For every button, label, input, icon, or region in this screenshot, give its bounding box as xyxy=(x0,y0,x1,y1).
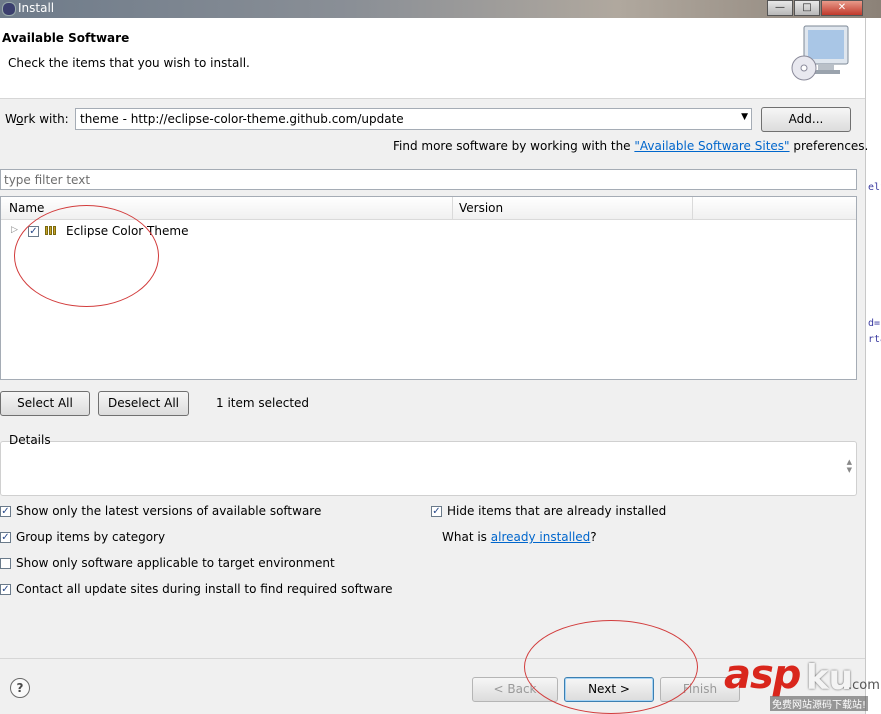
window-title: Install xyxy=(18,1,55,15)
what-is-installed-text: What is already installed? xyxy=(442,530,597,544)
scroll-arrows-icon[interactable]: ▲ ▼ xyxy=(847,458,852,474)
applicable-checkbox[interactable] xyxy=(0,558,11,569)
window-titlebar[interactable]: Install — □ ✕ xyxy=(0,0,881,18)
column-divider[interactable] xyxy=(452,197,453,219)
column-header-name[interactable]: Name xyxy=(9,201,44,215)
page-title: Available Software xyxy=(2,31,130,45)
column-divider[interactable] xyxy=(692,197,693,219)
page-subtitle: Check the items that you wish to install… xyxy=(8,56,250,70)
selection-count: 1 item selected xyxy=(216,396,310,410)
watermark-asp: asp xyxy=(724,652,801,698)
background-code-text: elf xyxy=(868,182,881,193)
tree-expander-icon[interactable]: ▷ xyxy=(11,225,18,235)
already-installed-link[interactable]: already installed xyxy=(491,530,591,544)
work-with-label: Work with: xyxy=(5,112,69,126)
help-icon[interactable]: ? xyxy=(10,678,30,698)
watermark-ku: ku xyxy=(806,658,853,698)
header-banner: Available Software Check the items that … xyxy=(0,18,865,99)
work-with-value: theme - http://eclipse-color-theme.githu… xyxy=(80,112,404,126)
watermark-caption: 免费网站源码下载站! xyxy=(770,696,869,711)
background-code-text: rta xyxy=(868,334,881,345)
available-sites-link[interactable]: "Available Software Sites" xyxy=(634,139,789,153)
dropdown-arrow-icon[interactable]: ▼ xyxy=(741,112,748,122)
find-more-text: Find more software by working with the "… xyxy=(393,139,869,153)
contact-checkbox[interactable]: ✓ xyxy=(0,584,11,595)
watermark-com: .com xyxy=(848,678,880,693)
hide-checkbox[interactable]: ✓ xyxy=(431,506,442,517)
minimize-button[interactable]: — xyxy=(767,0,793,16)
latest-checkbox[interactable]: ✓ xyxy=(0,506,11,517)
monitor-cd-icon xyxy=(791,25,849,81)
background-editor-strip: elf d=" rta xyxy=(865,18,881,714)
watermark: asp ku .com 免费网站源码下载站! xyxy=(700,652,881,714)
red-circle-annotation xyxy=(14,205,159,307)
red-circle-annotation xyxy=(524,620,698,714)
add-site-button[interactable]: Add... xyxy=(761,107,851,132)
column-header-version[interactable]: Version xyxy=(459,201,503,215)
filter-placeholder: type filter text xyxy=(4,173,91,187)
group-checkbox[interactable]: ✓ xyxy=(0,532,11,543)
work-with-combo[interactable]: theme - http://eclipse-color-theme.githu… xyxy=(75,108,752,130)
window-controls: — □ ✕ xyxy=(766,0,863,16)
deselect-all-button[interactable]: Deselect All xyxy=(98,391,189,416)
install-app-icon xyxy=(2,2,16,16)
maximize-button[interactable]: □ xyxy=(794,0,820,16)
close-button[interactable]: ✕ xyxy=(821,0,863,16)
details-pane: ▲ ▼ xyxy=(0,441,857,496)
filter-input[interactable]: type filter text xyxy=(0,169,857,190)
select-all-button[interactable]: Select All xyxy=(0,391,90,416)
details-label: Details xyxy=(9,433,51,447)
background-code-text: d=" xyxy=(868,318,881,329)
